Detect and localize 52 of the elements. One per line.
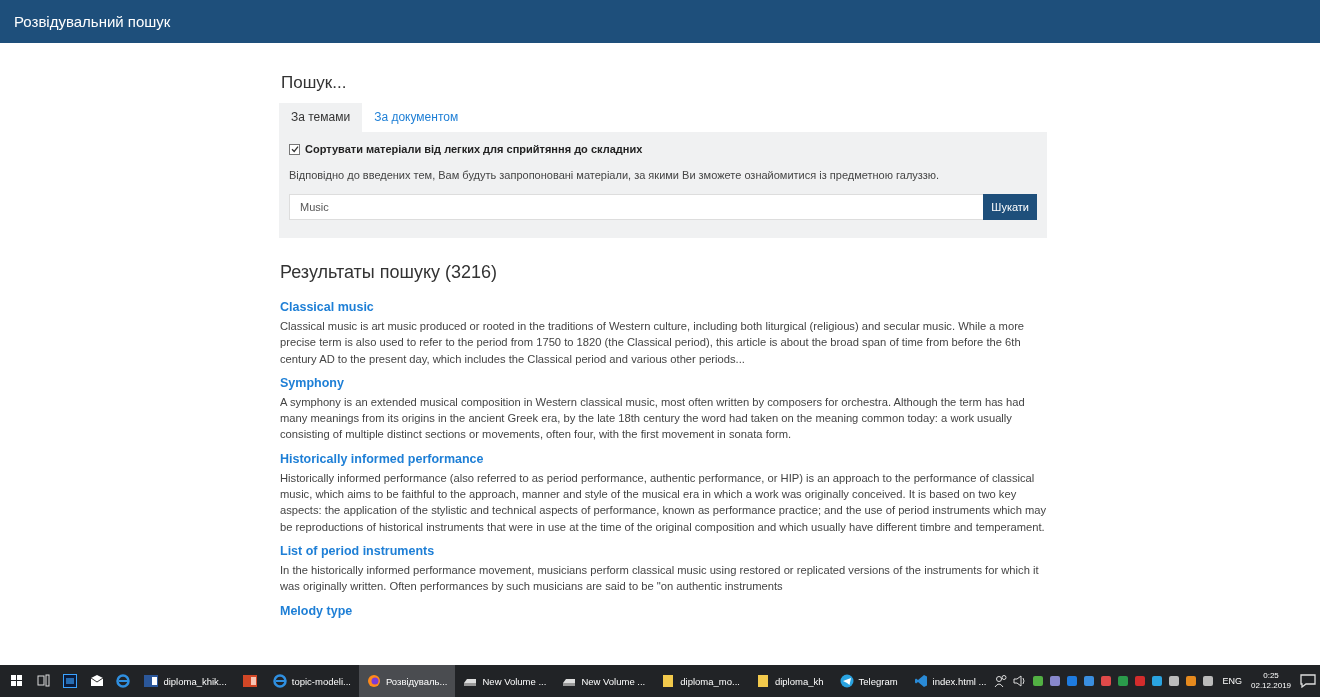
tab[interactable]: За документом bbox=[362, 103, 471, 132]
tray-app-icon[interactable] bbox=[1049, 675, 1062, 687]
result-link[interactable]: List of period instruments bbox=[280, 543, 435, 558]
search-heading: Пошук... bbox=[281, 73, 347, 93]
tab[interactable]: За темами bbox=[279, 103, 363, 132]
result-link[interactable]: Classical music bbox=[280, 300, 374, 314]
result-snippet: A symphony is an extended musical composition in Western classical music, most often written by composers for orchestra. Although the term has had many meanings from its origins in the ancient Greek era, by the late 18th century the word had taken on the meaning common today: a work usually consisting of multiple distinct sections or movements, often four, with the first movement in sonata form. bbox=[280, 394, 1026, 443]
result-snippet: Classical music is art music produced or rooted in the traditions of Western culture, including both liturgical (religious) and secular music. While a more precise term is also used to refer to the period from 1750 to 1820 (the Classical period), this article is about the broad span of time from before the 6th century AD to the present day, which includes the Classical period and various other periods... bbox=[280, 319, 1026, 367]
taskbar-button[interactable]: New Volume ... bbox=[455, 665, 555, 697]
browser-icon bbox=[272, 674, 287, 688]
people-icon[interactable] bbox=[994, 674, 1009, 688]
taskbar-button[interactable]: index.html ... bbox=[905, 665, 995, 697]
language-indicator[interactable]: ENG bbox=[1222, 676, 1242, 686]
tray-app-icon[interactable] bbox=[1151, 675, 1164, 687]
taskbar-button[interactable]: topic-modeli... bbox=[264, 665, 359, 697]
tray-app-icon[interactable] bbox=[1168, 675, 1181, 687]
search-button[interactable]: Шукати bbox=[983, 194, 1037, 220]
windows-icon[interactable] bbox=[10, 674, 25, 688]
tray-app-icon[interactable] bbox=[1083, 675, 1096, 687]
hint-text: Відповідно до введених тем, Вам будуть запропоновані матеріали, за якими Ви зможете ознайомитися із предметною галуззю. bbox=[289, 169, 941, 181]
app-title: Розвідувальний пошук bbox=[14, 13, 171, 30]
mail-icon[interactable] bbox=[89, 674, 104, 688]
clock-date[interactable]: 02.12.2019 bbox=[1251, 681, 1292, 691]
telegram-icon bbox=[839, 674, 854, 688]
result-link[interactable]: Historically informed performance bbox=[280, 451, 484, 466]
result-link[interactable]: Symphony bbox=[280, 375, 344, 390]
search-field[interactable]: Music bbox=[289, 194, 984, 220]
taskbar-button[interactable]: Розвідуваль... bbox=[358, 665, 456, 697]
result-snippet: Historically informed performance (also referred to as period performance, authentic performance, or HIP) is an approach to the performance of classical music, which aims to be faithful to the approach, manner and style of the musical era in which a work was originally conceived. It is based on two key aspects: the application of the stylistic and technical aspects of performance, known as performance practice; and the use of period instruments which may be reproductions of historical instruments that were in use at the time of the original composition and which usually have different timbre and temperament. bbox=[280, 470, 1047, 535]
notification-icon[interactable] bbox=[1300, 674, 1317, 688]
task-view-icon[interactable] bbox=[36, 674, 51, 688]
tray-app-icon[interactable] bbox=[1066, 675, 1079, 687]
taskbar-button[interactable]: diploma_khik... bbox=[136, 665, 235, 697]
tray-app-icon[interactable] bbox=[1032, 675, 1045, 687]
taskbar-button[interactable]: diploma_kh bbox=[747, 665, 832, 697]
checkbox-label: Сортувати матеріали від легких для сприйтяння до складних bbox=[305, 143, 643, 155]
result-link[interactable]: Melody type bbox=[280, 603, 353, 618]
result-snippet: In the historically informed performance movement, musicians perform classical music using restored or replicated versions of the instruments for which it was originally written. Often performances by such musicians are said to be "on authentic instruments bbox=[280, 562, 1040, 595]
presentation-icon bbox=[242, 674, 257, 688]
checkbox[interactable] bbox=[289, 143, 300, 155]
check-icon bbox=[290, 145, 299, 153]
clock-time[interactable]: 0:25 bbox=[1263, 671, 1279, 681]
tray-app-icon[interactable] bbox=[1202, 675, 1215, 687]
results-heading: Результаты пошуку (3216) bbox=[280, 262, 498, 283]
tray-app-icon[interactable] bbox=[1185, 675, 1198, 687]
tray-app-icon[interactable] bbox=[1117, 675, 1130, 687]
taskbar-button[interactable]: diploma_mo... bbox=[653, 665, 748, 697]
tray-app-icon[interactable] bbox=[1100, 675, 1113, 687]
volume-icon[interactable] bbox=[1013, 674, 1028, 688]
taskbar-button[interactable]: Telegram bbox=[831, 665, 906, 697]
taskbar-button[interactable]: New Volume ... bbox=[554, 665, 654, 697]
browser-icon[interactable] bbox=[116, 674, 131, 688]
